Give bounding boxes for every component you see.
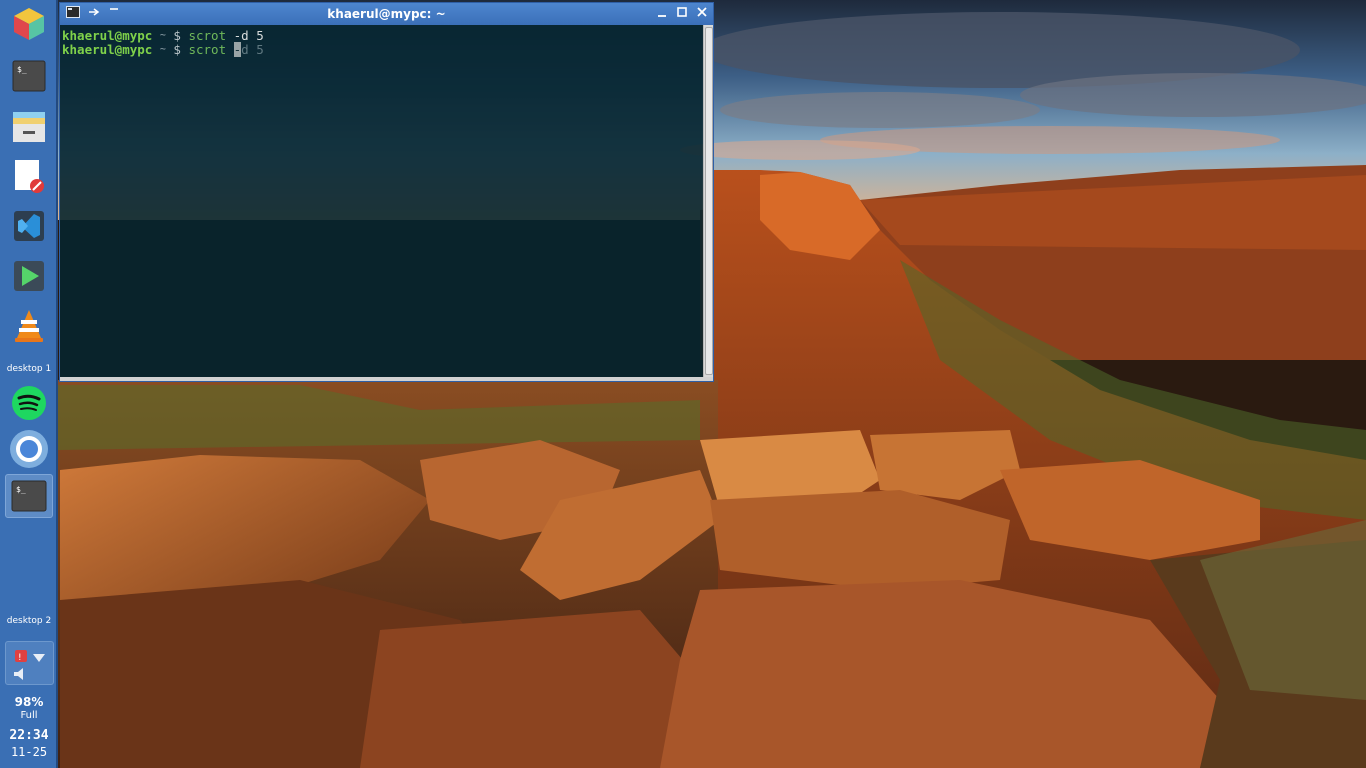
- command-args: -d 5: [233, 28, 264, 43]
- battery-indicator[interactable]: 98% Full: [0, 695, 58, 723]
- terminal-output[interactable]: khaerul@mypc ~ $ scrot -d 5 khaerul@mypc…: [60, 25, 702, 377]
- prompt-user: khaerul@mypc: [62, 42, 153, 57]
- window-bottom-border[interactable]: [60, 377, 713, 381]
- maximize-icon[interactable]: [674, 6, 690, 22]
- terminal-scrollbar[interactable]: [703, 25, 713, 377]
- terminal-line-1: khaerul@mypc ~ $ scrot -d 5: [62, 29, 264, 43]
- minimize-icon[interactable]: [654, 6, 670, 22]
- vscode-icon[interactable]: [8, 206, 50, 246]
- media-player-icon[interactable]: [8, 256, 50, 296]
- volume-icon[interactable]: [13, 666, 29, 685]
- clock[interactable]: 22:34 11-25: [0, 728, 58, 760]
- clock-time: 22:34: [9, 728, 49, 743]
- svg-text:!: !: [18, 653, 22, 663]
- autosuggestion: d 5: [241, 42, 264, 57]
- prompt-user: khaerul@mypc: [62, 28, 153, 43]
- left-panel: $_ desktop 1 $_ desktop 2 ! 98% Full 22:…: [0, 0, 58, 768]
- clock-date: 11-25: [10, 745, 48, 759]
- app-launcher-cube-icon[interactable]: [8, 4, 50, 44]
- window-title: khaerul@mypc: ~: [327, 7, 446, 21]
- svg-text:$_: $_: [17, 65, 27, 74]
- close-icon[interactable]: [694, 6, 710, 22]
- terminal-line-2: khaerul@mypc ~ $ scrot -d 5: [62, 42, 264, 57]
- terminal-task-icon[interactable]: $_: [5, 474, 53, 518]
- tray-expand-icon[interactable]: [33, 649, 45, 668]
- battery-percent: 98%: [14, 695, 44, 709]
- prompt-dir: ~: [159, 44, 166, 55]
- vlc-icon[interactable]: [8, 306, 50, 346]
- desktop-1-label[interactable]: desktop 1: [0, 364, 58, 374]
- command: scrot: [188, 42, 227, 57]
- system-tray: !: [5, 641, 54, 685]
- command: scrot: [188, 28, 227, 43]
- terminal-titlebar[interactable]: khaerul@mypc: ~: [60, 3, 713, 25]
- file-manager-icon[interactable]: [8, 106, 50, 146]
- terminal-icon[interactable]: $_: [8, 56, 50, 96]
- desktop-2-label[interactable]: desktop 2: [0, 616, 58, 626]
- text-editor-icon[interactable]: [8, 156, 50, 196]
- battery-state: Full: [20, 710, 38, 721]
- terminal-window[interactable]: khaerul@mypc: ~ khaerul@mypc ~ $ scrot -…: [59, 2, 714, 382]
- prompt-symbol: $: [173, 28, 181, 43]
- svg-text:$_: $_: [16, 485, 26, 494]
- network-disconnected-icon[interactable]: !: [14, 648, 28, 667]
- scrollbar-thumb[interactable]: [705, 27, 713, 375]
- spotify-icon[interactable]: [5, 381, 53, 425]
- prompt-dir: ~: [159, 30, 166, 41]
- chromium-icon[interactable]: [5, 427, 53, 471]
- prompt-symbol: $: [173, 42, 181, 57]
